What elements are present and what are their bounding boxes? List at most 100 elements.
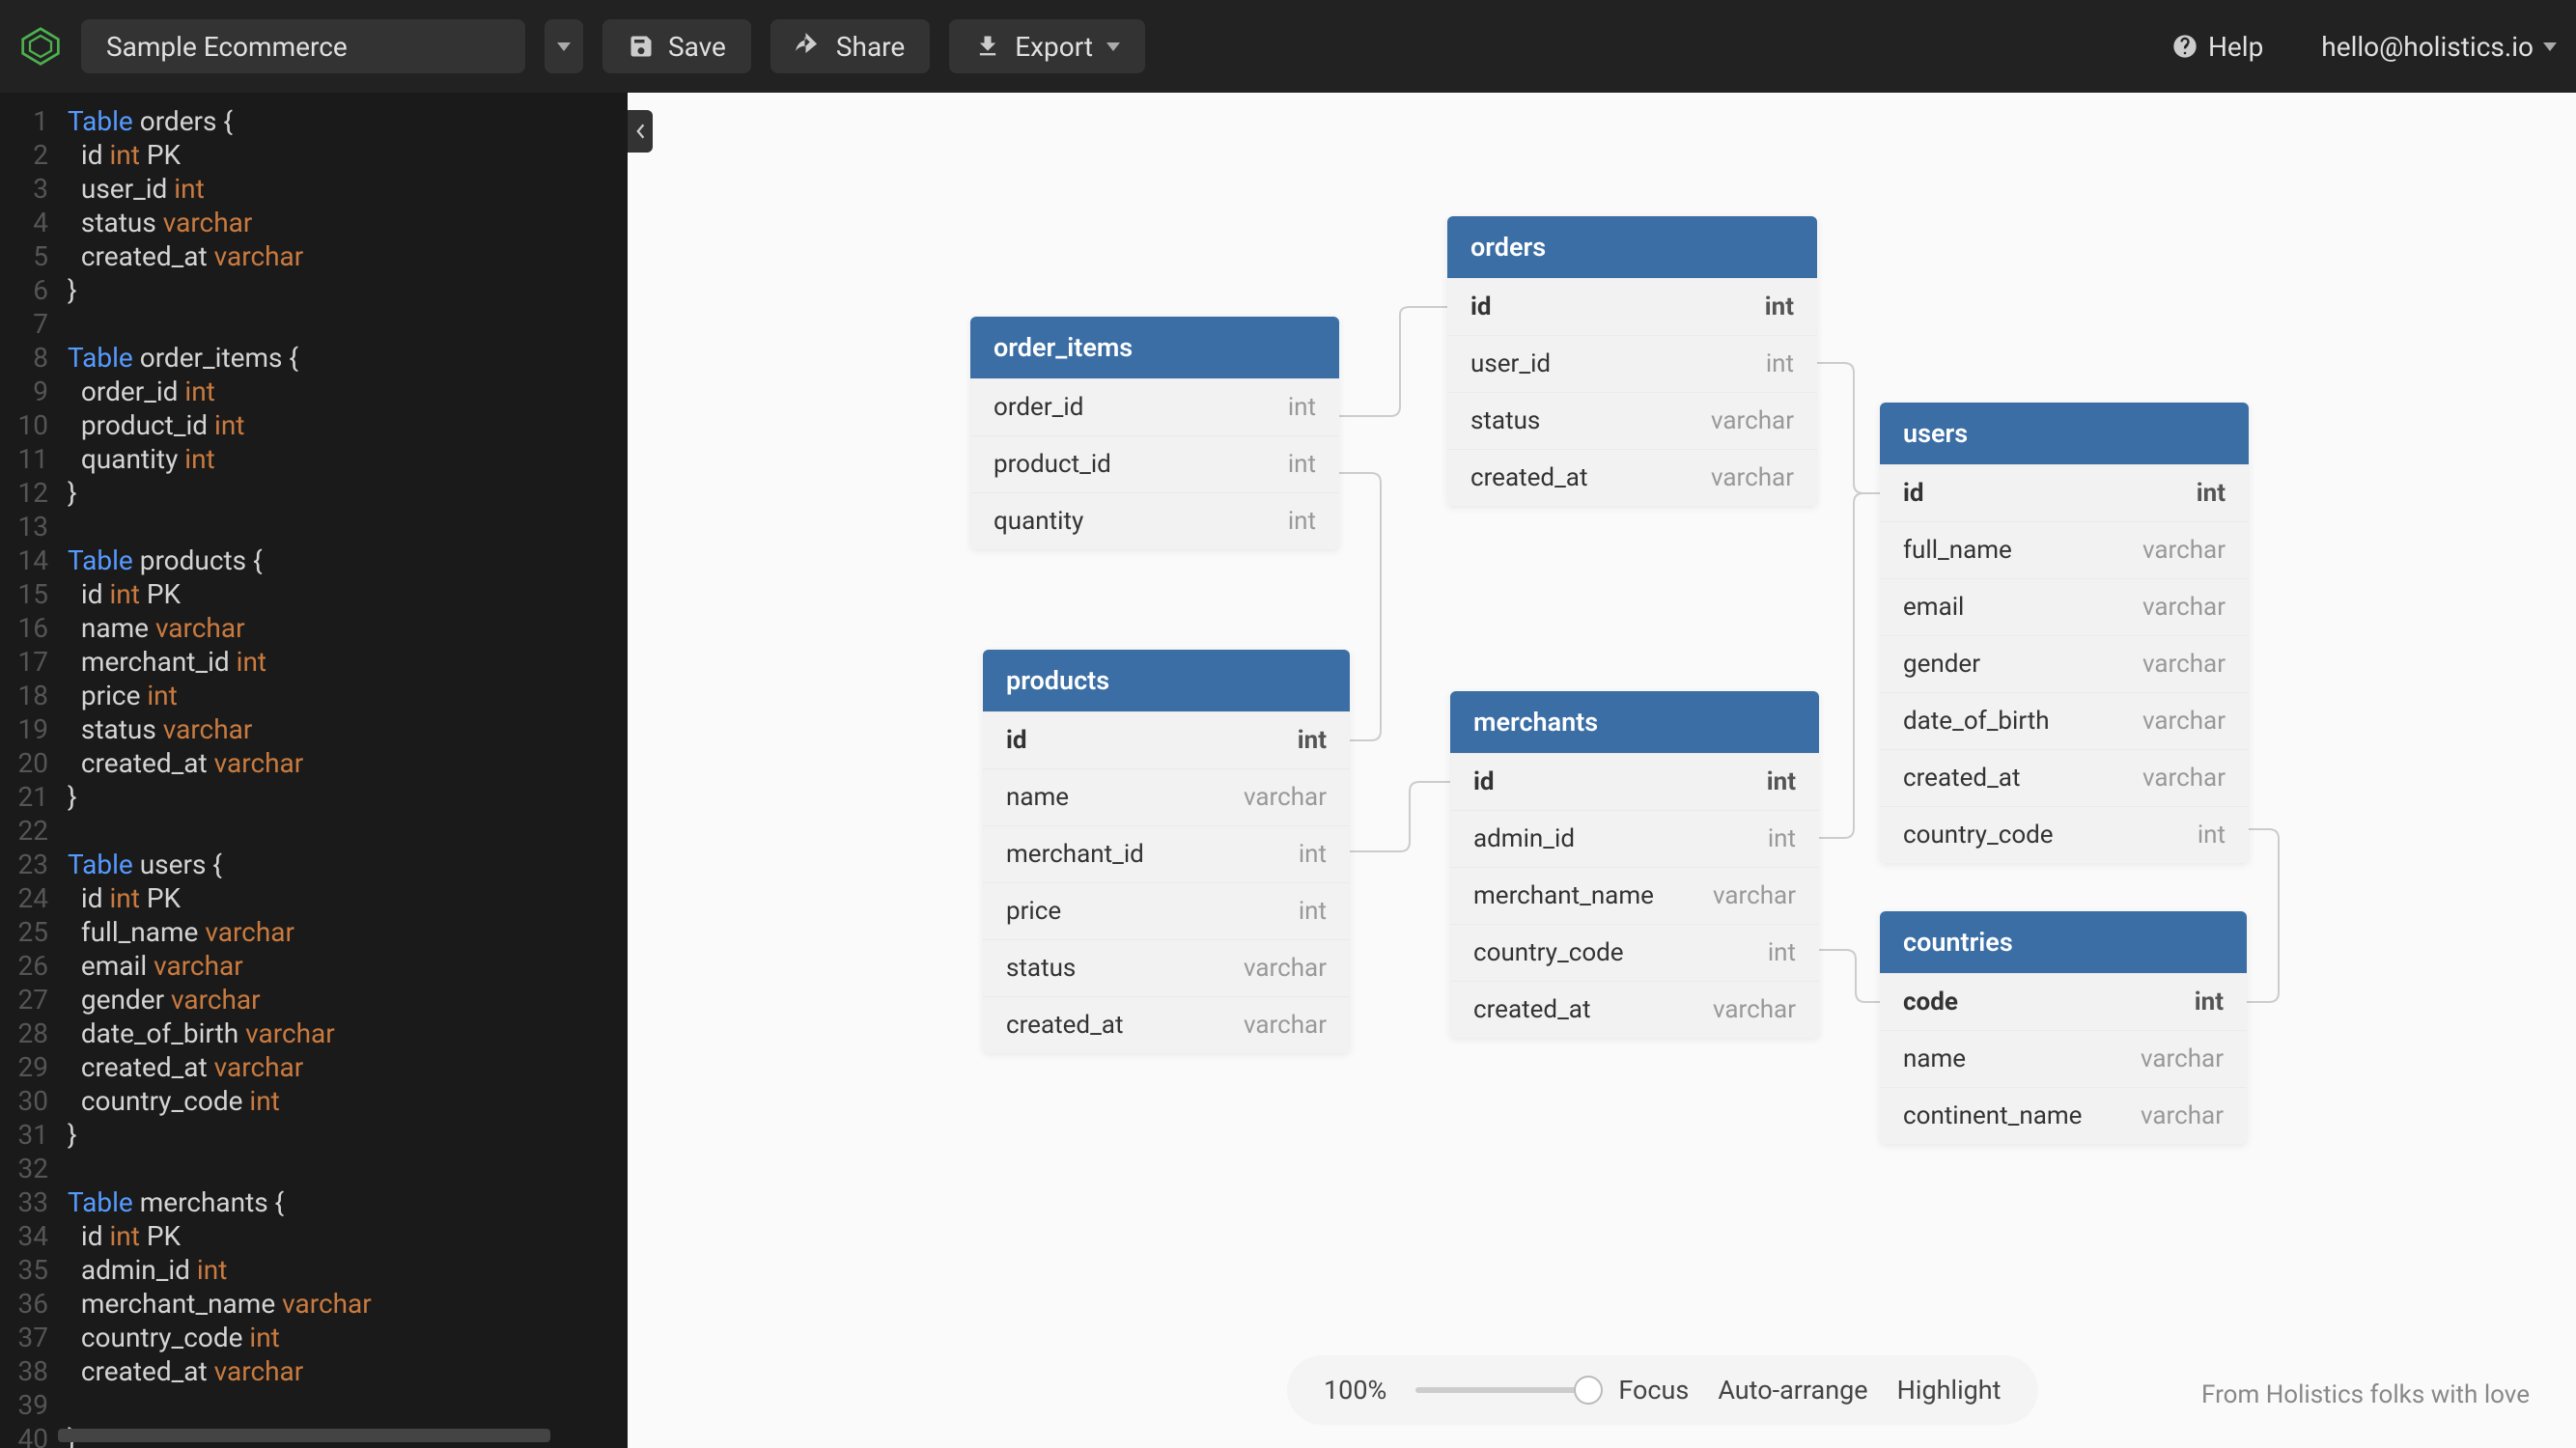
highlight-button[interactable]: Highlight <box>1897 1375 2002 1406</box>
editor-line[interactable]: 35 admin_id int <box>0 1253 628 1287</box>
table-countries[interactable]: countriescodeintnamevarcharcontinent_nam… <box>1880 911 2247 1144</box>
column-name: price <box>1006 897 1061 926</box>
collapse-editor-toggle[interactable] <box>628 110 653 153</box>
table-row[interactable]: idint <box>983 711 1350 768</box>
editor-line[interactable]: 19 status varchar <box>0 712 628 746</box>
user-menu[interactable]: hello@holistics.io <box>2321 31 2557 63</box>
table-row[interactable]: created_atvarchar <box>1880 749 2249 806</box>
table-row[interactable]: quantityint <box>970 492 1339 549</box>
table-row[interactable]: namevarchar <box>983 768 1350 825</box>
table-row[interactable]: country_codeint <box>1450 924 1819 981</box>
editor-line[interactable]: 12} <box>0 476 628 510</box>
table-header[interactable]: order_items <box>970 317 1339 378</box>
editor-line[interactable]: 25 full_name varchar <box>0 915 628 949</box>
editor-line[interactable]: 10 product_id int <box>0 408 628 442</box>
editor-line[interactable]: 32 <box>0 1152 628 1185</box>
zoom-slider[interactable] <box>1415 1387 1589 1393</box>
editor-h-scrollbar[interactable] <box>58 1429 550 1442</box>
code-editor[interactable]: 1Table orders {2 id int PK3 user_id int4… <box>0 93 628 1448</box>
table-header[interactable]: users <box>1880 403 2249 464</box>
editor-line[interactable]: 26 email varchar <box>0 949 628 983</box>
table-row[interactable]: continent_namevarchar <box>1880 1087 2247 1144</box>
editor-line[interactable]: 24 id int PK <box>0 881 628 915</box>
help-link[interactable]: Help <box>2171 31 2263 63</box>
auto-arrange-button[interactable]: Auto-arrange <box>1718 1375 1867 1406</box>
editor-line[interactable]: 9 order_id int <box>0 375 628 408</box>
editor-line[interactable]: 15 id int PK <box>0 577 628 611</box>
table-row[interactable]: date_of_birthvarchar <box>1880 692 2249 749</box>
column-name: status <box>1006 954 1076 983</box>
table-orders[interactable]: ordersidintuser_idintstatusvarcharcreate… <box>1447 216 1817 506</box>
editor-line[interactable]: 13 <box>0 510 628 543</box>
editor-line[interactable]: 14Table products { <box>0 543 628 577</box>
editor-line[interactable]: 39 <box>0 1388 628 1422</box>
editor-line[interactable]: 38 created_at varchar <box>0 1354 628 1388</box>
table-merchants[interactable]: merchantsidintadmin_idintmerchant_nameva… <box>1450 691 1819 1038</box>
table-products[interactable]: productsidintnamevarcharmerchant_idintpr… <box>983 650 1350 1053</box>
table-header[interactable]: orders <box>1447 216 1817 278</box>
table-row[interactable]: idint <box>1447 278 1817 335</box>
export-button[interactable]: Export <box>949 19 1145 73</box>
table-row[interactable]: gendervarchar <box>1880 635 2249 692</box>
table-row[interactable]: admin_idint <box>1450 810 1819 867</box>
editor-line[interactable]: 31} <box>0 1118 628 1152</box>
share-button[interactable]: Share <box>770 19 930 73</box>
table-row[interactable]: namevarchar <box>1880 1030 2247 1087</box>
table-row[interactable]: created_atvarchar <box>1447 449 1817 506</box>
table-row[interactable]: statusvarchar <box>983 939 1350 996</box>
table-row[interactable]: order_idint <box>970 378 1339 435</box>
editor-line[interactable]: 21} <box>0 780 628 814</box>
editor-line[interactable]: 3 user_id int <box>0 172 628 206</box>
editor-line[interactable]: 27 gender varchar <box>0 983 628 1016</box>
table-row[interactable]: full_namevarchar <box>1880 521 2249 578</box>
table-row[interactable]: emailvarchar <box>1880 578 2249 635</box>
column-type: int <box>1288 507 1316 536</box>
editor-line[interactable]: 33Table merchants { <box>0 1185 628 1219</box>
project-dropdown-toggle[interactable] <box>545 19 583 73</box>
editor-line[interactable]: 30 country_code int <box>0 1084 628 1118</box>
editor-line[interactable]: 28 date_of_birth varchar <box>0 1016 628 1050</box>
editor-line[interactable]: 5 created_at varchar <box>0 239 628 273</box>
editor-line[interactable]: 2 id int PK <box>0 138 628 172</box>
editor-line[interactable]: 18 price int <box>0 679 628 712</box>
table-row[interactable]: idint <box>1450 753 1819 810</box>
table-row[interactable]: product_idint <box>970 435 1339 492</box>
editor-line[interactable]: 20 created_at varchar <box>0 746 628 780</box>
table-row[interactable]: merchant_namevarchar <box>1450 867 1819 924</box>
diagram-canvas[interactable]: order_itemsorder_idintproduct_idintquant… <box>628 93 2576 1448</box>
table-row[interactable]: created_atvarchar <box>1450 981 1819 1038</box>
table-users[interactable]: usersidintfull_namevarcharemailvarcharge… <box>1880 403 2249 863</box>
editor-line[interactable]: 16 name varchar <box>0 611 628 645</box>
editor-line[interactable]: 34 id int PK <box>0 1219 628 1253</box>
table-row[interactable]: user_idint <box>1447 335 1817 392</box>
editor-line[interactable]: 29 created_at varchar <box>0 1050 628 1084</box>
editor-line[interactable]: 6} <box>0 273 628 307</box>
table-row[interactable]: country_codeint <box>1880 806 2249 863</box>
save-button[interactable]: Save <box>602 19 751 73</box>
editor-line[interactable]: 7 <box>0 307 628 341</box>
editor-line[interactable]: 1Table orders { <box>0 104 628 138</box>
editor-line[interactable]: 22 <box>0 814 628 848</box>
table-row[interactable]: merchant_idint <box>983 825 1350 882</box>
app-logo[interactable] <box>19 25 62 68</box>
table-row[interactable]: statusvarchar <box>1447 392 1817 449</box>
table-row[interactable]: priceint <box>983 882 1350 939</box>
table-row[interactable]: created_atvarchar <box>983 996 1350 1053</box>
table-header[interactable]: merchants <box>1450 691 1819 753</box>
project-selector[interactable]: Sample Ecommerce <box>81 19 525 73</box>
table-header[interactable]: products <box>983 650 1350 711</box>
editor-line[interactable]: 17 merchant_id int <box>0 645 628 679</box>
table-row[interactable]: idint <box>1880 464 2249 521</box>
editor-line[interactable]: 23Table users { <box>0 848 628 881</box>
editor-line[interactable]: 4 status varchar <box>0 206 628 239</box>
editor-line[interactable]: 11 quantity int <box>0 442 628 476</box>
code-content: country_code int <box>68 1084 280 1118</box>
editor-line[interactable]: 36 merchant_name varchar <box>0 1287 628 1321</box>
table-header[interactable]: countries <box>1880 911 2247 973</box>
editor-line[interactable]: 8Table order_items { <box>0 341 628 375</box>
zoom-knob[interactable] <box>1574 1376 1603 1405</box>
table-row[interactable]: codeint <box>1880 973 2247 1030</box>
focus-button[interactable]: Focus <box>1618 1375 1689 1406</box>
editor-line[interactable]: 37 country_code int <box>0 1321 628 1354</box>
table-order_items[interactable]: order_itemsorder_idintproduct_idintquant… <box>970 317 1339 549</box>
